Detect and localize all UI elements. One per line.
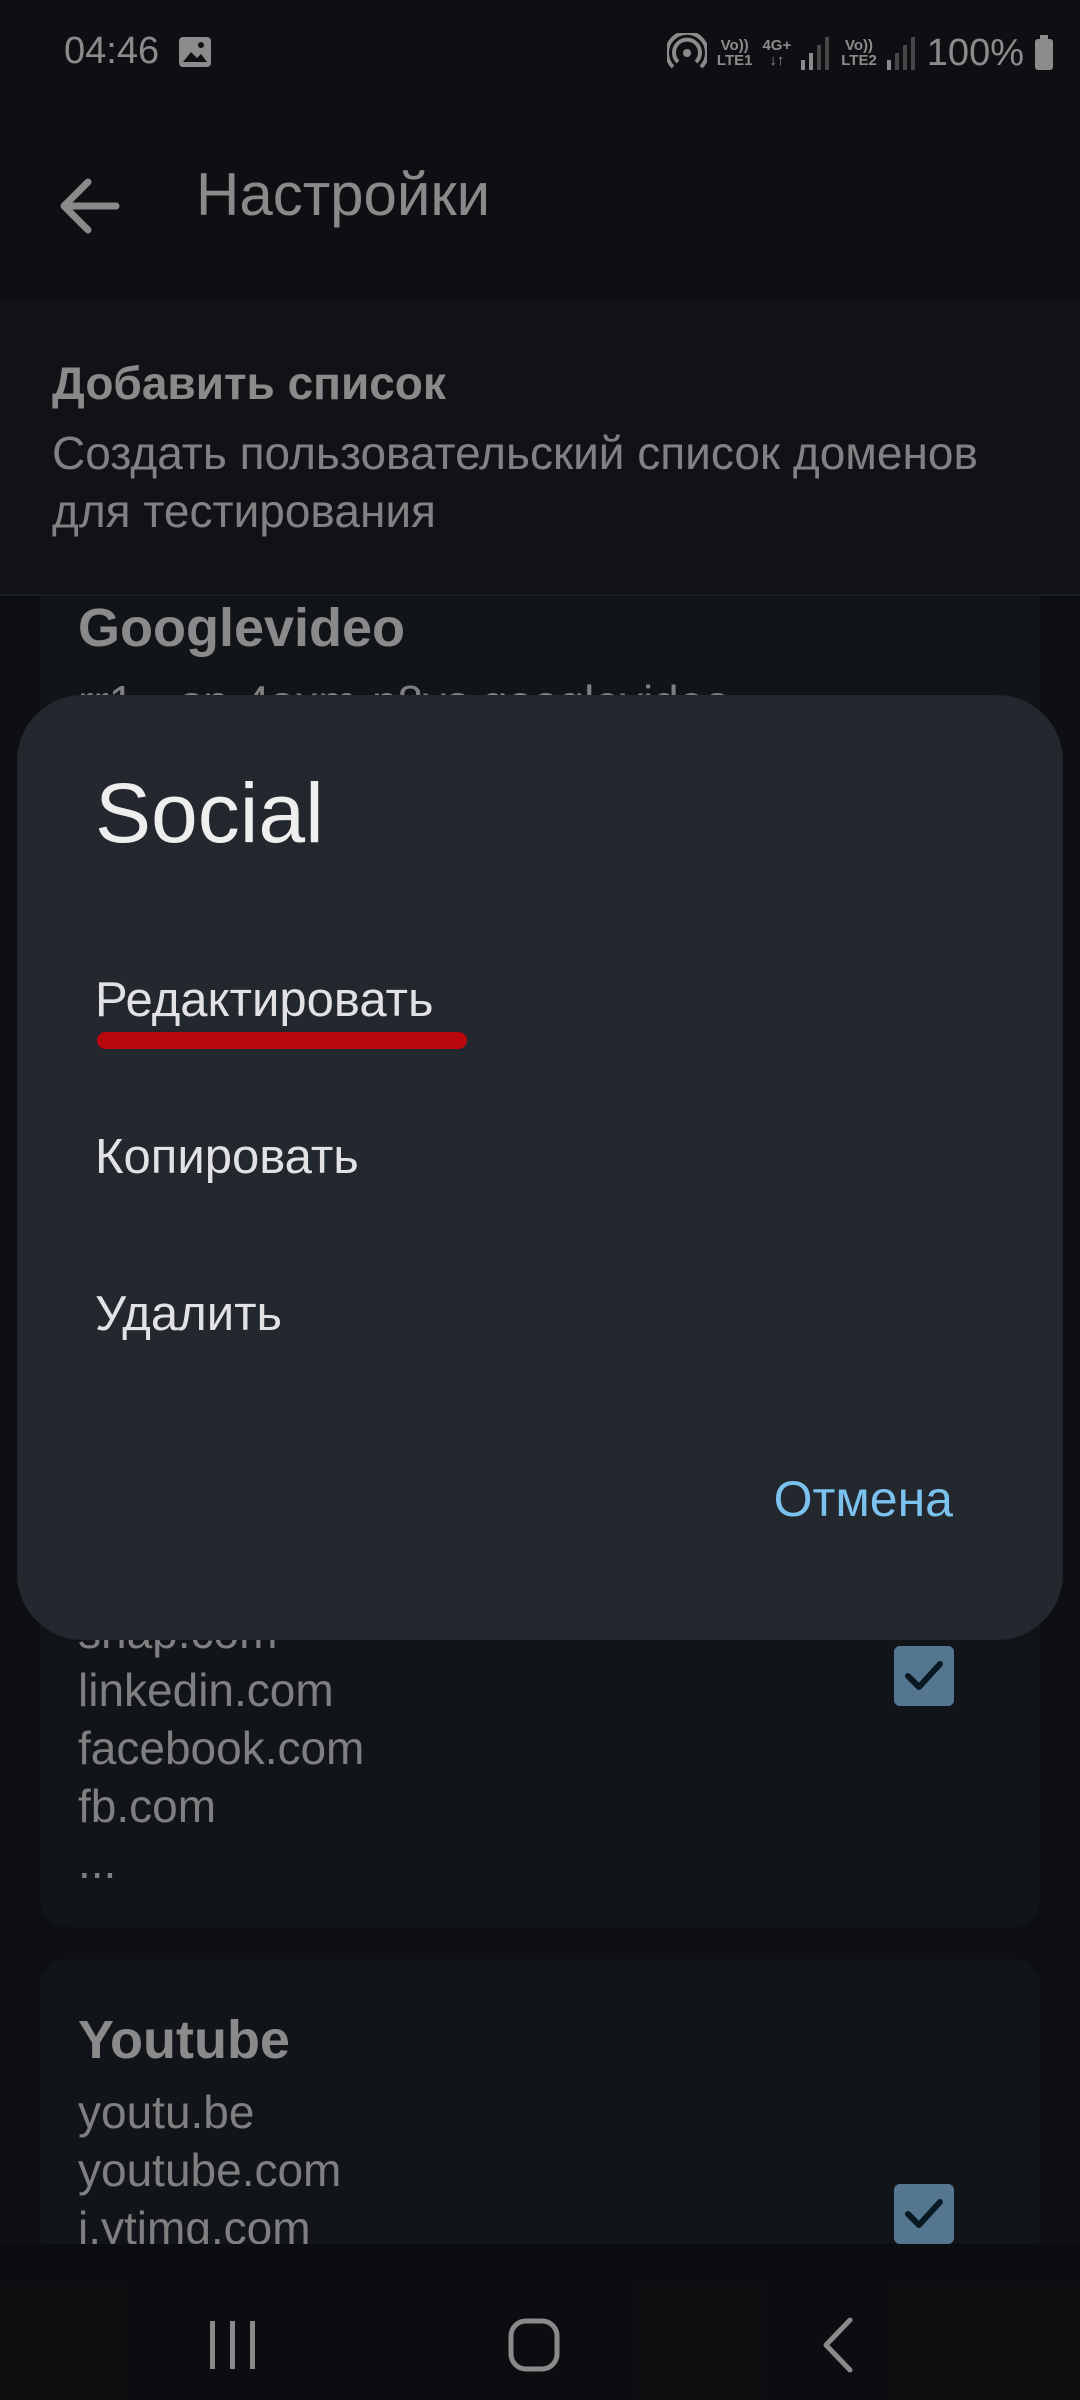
copy-option[interactable]: Копировать (95, 1097, 975, 1217)
delete-option[interactable]: Удалить (95, 1254, 975, 1374)
cancel-button[interactable]: Отмена (774, 1470, 953, 1528)
red-underline-annotation (97, 1032, 467, 1049)
dialog-title: Social (95, 766, 324, 860)
list-options-dialog: Social Редактировать Копировать Удалить … (17, 695, 1063, 1640)
